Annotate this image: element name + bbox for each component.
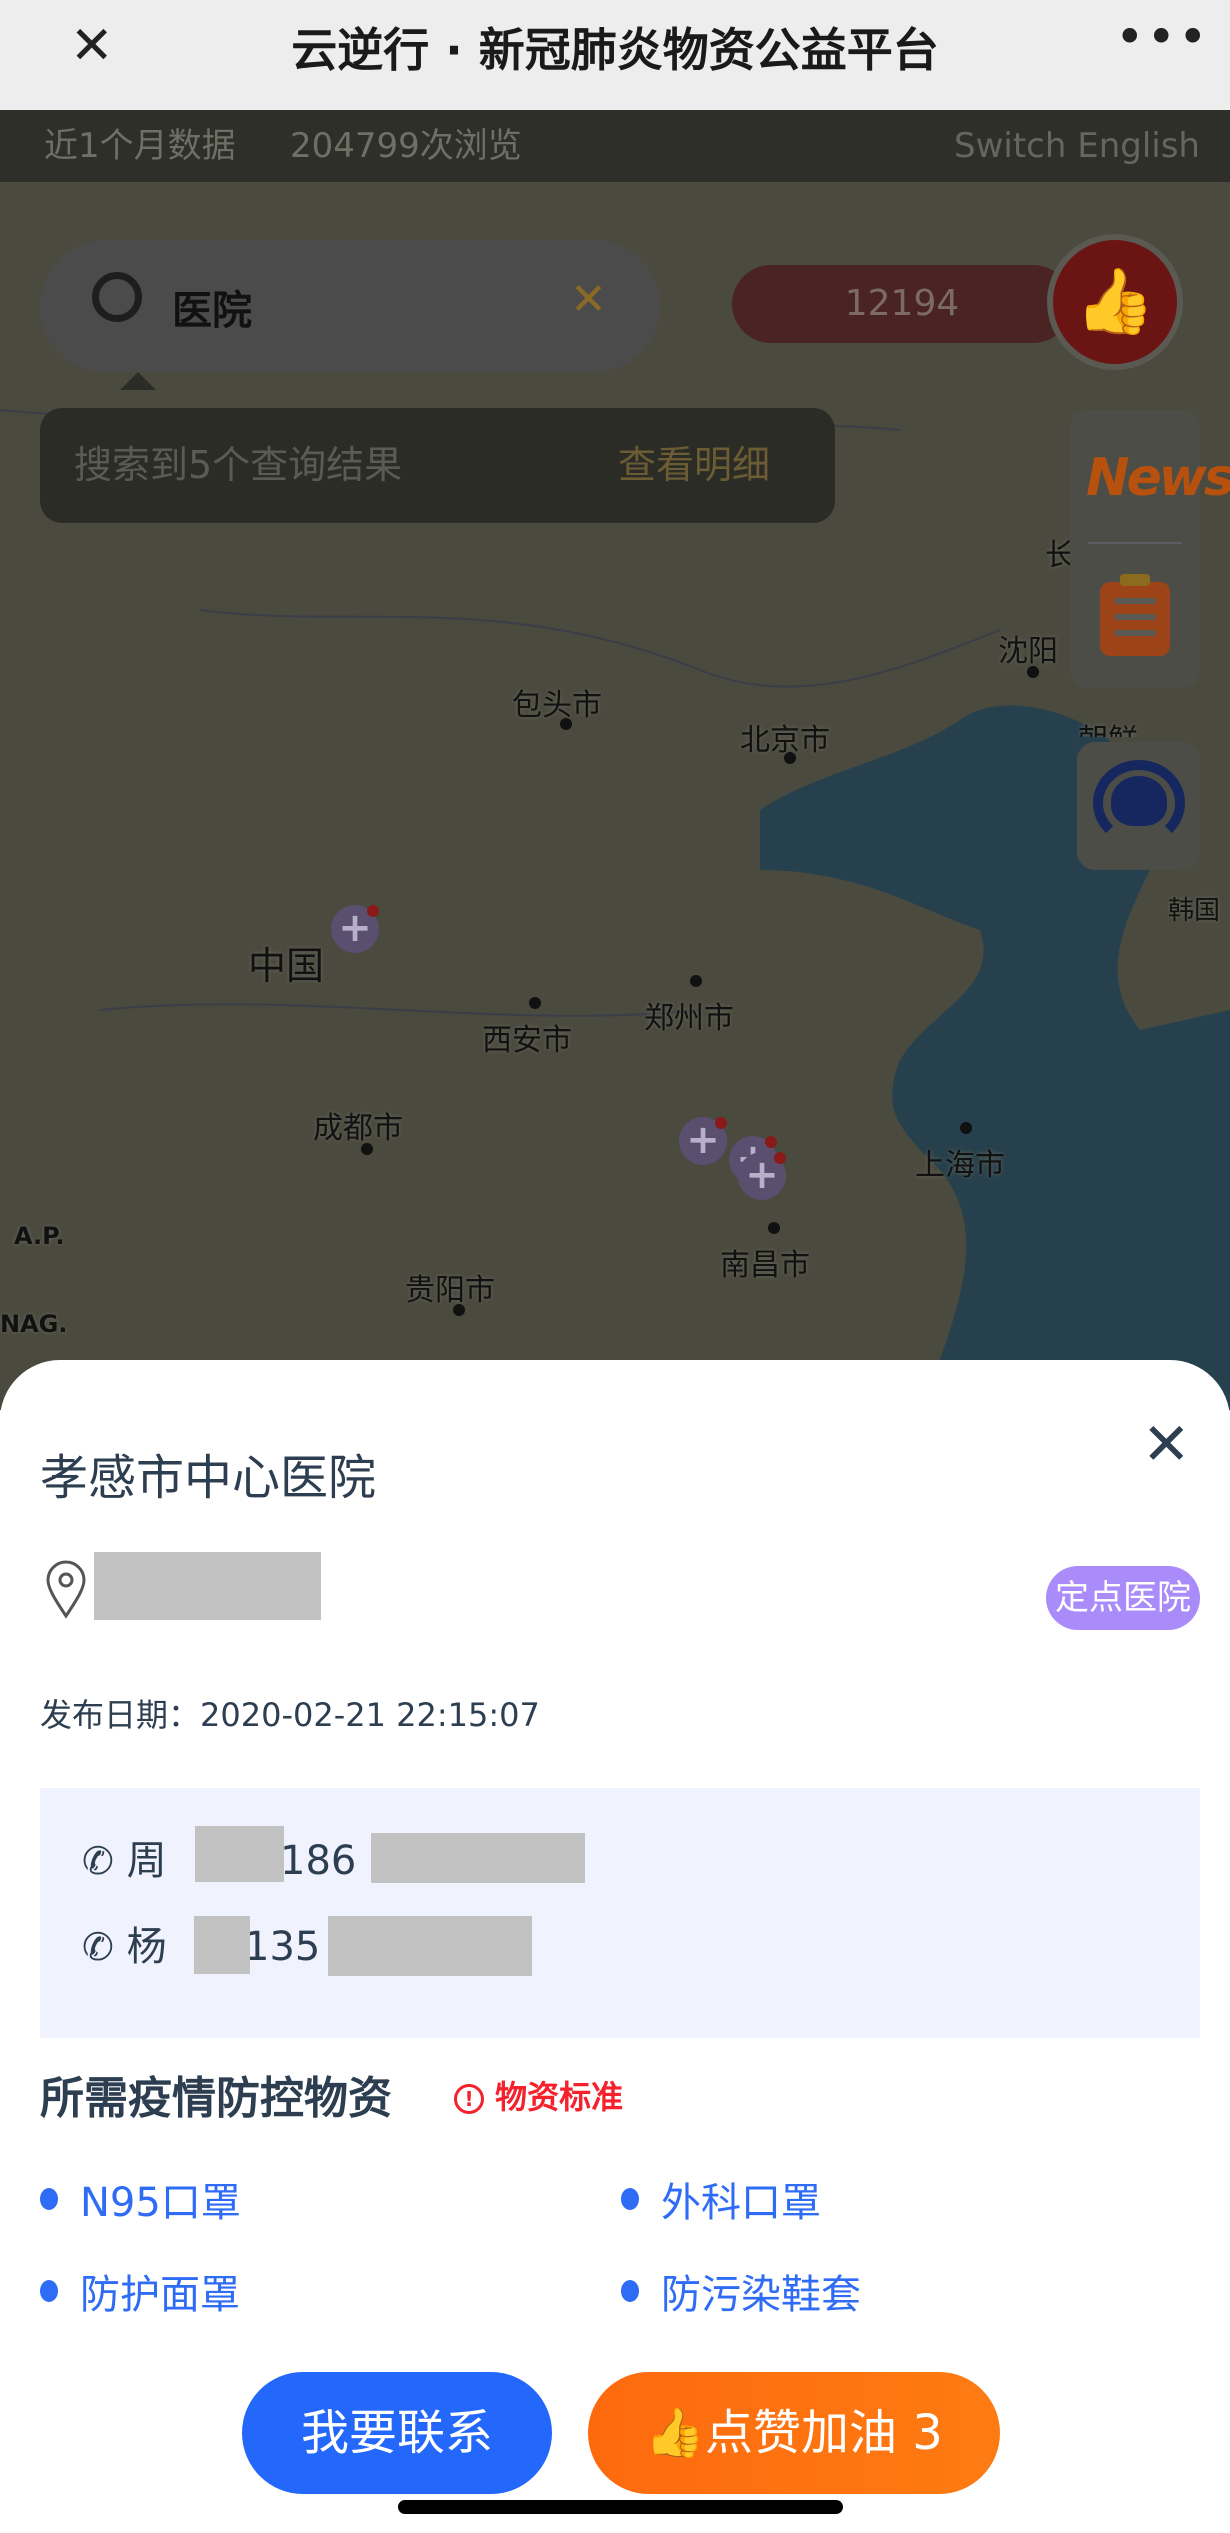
map-label: 成都市: [313, 1111, 403, 1146]
city-dot: [529, 997, 541, 1009]
likes-counter: 12194: [732, 265, 1072, 343]
close-icon[interactable]: ✕: [1142, 1410, 1191, 1478]
info-icon: !: [454, 2084, 484, 2114]
redacted-name: [195, 1826, 284, 1882]
map-label: 沈阳: [998, 634, 1058, 669]
more-icon[interactable]: •••: [1115, 8, 1209, 66]
date-value: 2020-02-21 22:15:07: [200, 1696, 540, 1734]
map-label: NAG.: [0, 1310, 68, 1338]
like-count: 3: [912, 2405, 943, 2461]
contact-phone: 186: [280, 1838, 357, 1884]
material-item: 外科口罩: [621, 2170, 821, 2228]
title-bar: ✕ 云逆行 · 新冠肺炎物资公益平台 •••: [0, 0, 1230, 110]
redacted-phone: [328, 1916, 532, 1976]
section-title: 所需疫情防控物资: [40, 2073, 392, 2124]
hospital-name: 孝感市中心医院: [40, 1450, 377, 1506]
material-item: 防污染鞋套: [621, 2262, 861, 2320]
home-indicator: [398, 2500, 843, 2514]
material-item: 防护面罩: [40, 2262, 240, 2320]
contact-name: 周: [126, 1838, 167, 1884]
news-button[interactable]: News: [1086, 448, 1230, 508]
city-dot: [690, 975, 702, 987]
hospital-marker-icon[interactable]: +: [679, 1117, 727, 1165]
contact-button[interactable]: 我要联系: [242, 2372, 552, 2494]
redacted-name: [194, 1916, 250, 1974]
stats-range: 近1个月数据: [44, 126, 236, 166]
map-label: A.P.: [14, 1222, 65, 1250]
contact-box: ✆ 周 186 ✆ 杨 135: [40, 1788, 1200, 2038]
page-title: 云逆行 · 新冠肺炎物资公益平台: [291, 23, 939, 77]
location-icon: [46, 1560, 86, 1619]
hospital-detail-sheet: ✕ 孝感市中心医院 定点医院 发布日期：2020-02-21 22:15:07 …: [0, 1360, 1230, 2533]
like-label: 点赞加油: [704, 2405, 897, 2461]
publish-date: 发布日期：2020-02-21 22:15:07: [40, 1690, 540, 1736]
city-dot: [453, 1304, 465, 1316]
result-count: 搜索到5个查询结果: [74, 443, 403, 487]
standard-label: 物资标准: [495, 2078, 624, 2116]
city-dot: [361, 1143, 373, 1155]
map-label: 南昌市: [720, 1248, 810, 1283]
thumbs-up-icon[interactable]: 👍: [1047, 234, 1183, 370]
switch-english-link[interactable]: Switch English: [954, 110, 1200, 182]
city-dot: [784, 752, 796, 764]
map-label: 贵阳市: [405, 1273, 495, 1308]
map-label: 韩国: [1168, 896, 1221, 926]
like-button[interactable]: 👍点赞加油 3: [588, 2372, 1000, 2494]
city-dot: [960, 1122, 972, 1134]
date-label: 发布日期：: [40, 1696, 201, 1734]
contact-name: 杨: [126, 1924, 167, 1970]
result-pointer: [120, 372, 156, 390]
stats-views: 204799次浏览: [290, 126, 522, 166]
map-label: 包头市: [512, 688, 602, 723]
city-dot: [560, 718, 572, 730]
city-dot: [1027, 666, 1039, 678]
search-input[interactable]: 医院: [172, 278, 252, 336]
search-icon: [92, 272, 142, 322]
map[interactable]: 近1个月数据 204799次浏览 Switch English 蒙古 长 沈阳 …: [0, 110, 1230, 1410]
map-label: 北京市: [740, 723, 830, 758]
thumbs-up-icon: 👍: [645, 2405, 705, 2461]
map-label: 上海市: [915, 1148, 1005, 1183]
contact-phone: 135: [244, 1924, 321, 1970]
customer-service-button[interactable]: [1077, 742, 1200, 870]
clipboard-icon[interactable]: [1100, 574, 1170, 656]
redacted-address: [94, 1552, 321, 1620]
redacted-phone: [371, 1833, 585, 1883]
map-label: 中国: [248, 944, 325, 988]
search-box[interactable]: 医院 ✕: [40, 240, 660, 372]
stats-bar: 近1个月数据 204799次浏览 Switch English: [0, 110, 1230, 182]
city-dot: [768, 1222, 780, 1234]
phone-icon: ✆: [82, 1839, 114, 1883]
search-result-bar: 搜索到5个查询结果 查看明细: [40, 408, 835, 523]
map-label: 郑州市: [644, 1001, 734, 1036]
hospital-type-tag: 定点医院: [1046, 1566, 1200, 1630]
hospital-marker-icon[interactable]: +: [331, 905, 379, 953]
view-details-link[interactable]: 查看明细: [618, 408, 770, 523]
clear-icon[interactable]: ✕: [570, 274, 607, 325]
divider: [1088, 542, 1182, 544]
side-panel: News: [1070, 410, 1230, 688]
phone-icon: ✆: [82, 1925, 114, 1969]
hospital-marker-icon[interactable]: +: [738, 1152, 786, 1200]
material-standard-link[interactable]: ! 物资标准: [454, 2072, 623, 2118]
map-label: 西安市: [482, 1023, 572, 1058]
map-label: 朝鲜: [1078, 715, 1138, 737]
material-item: N95口罩: [40, 2170, 241, 2228]
